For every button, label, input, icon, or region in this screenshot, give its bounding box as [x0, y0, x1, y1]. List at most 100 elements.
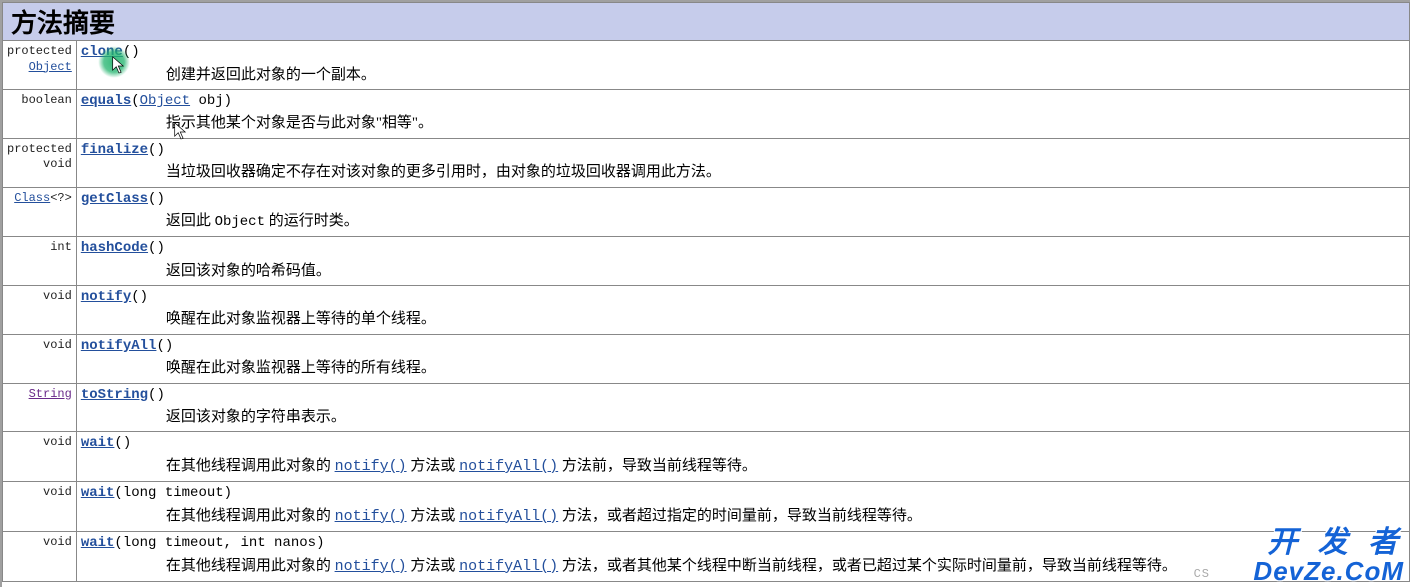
table-row: inthashCode()返回该对象的哈希码值。 — [3, 237, 1410, 286]
desc-text: 当垃圾回收器确定不存在对该对象的更多引用时，由对象的垃圾回收器调用此方法。 — [166, 164, 721, 180]
return-type-cell: String — [3, 383, 77, 432]
table-row: voidwait(long timeout, int nanos) 在其他线程调用… — [3, 532, 1410, 582]
desc-method-link[interactable]: notify() — [335, 558, 407, 575]
return-type-cell: void — [3, 285, 77, 334]
method-cell: getClass() 返回此 Object 的运行时类。 — [76, 187, 1409, 236]
desc-text: 方法，或者超过指定的时间量前，导致当前线程等待。 — [558, 508, 922, 524]
paren-close: ) — [156, 191, 164, 207]
paren-open: ( — [114, 435, 122, 451]
table-row: voidnotifyAll() 唤醒在此对象监视器上等待的所有线程。 — [3, 334, 1410, 383]
paren-open: ( — [131, 93, 139, 109]
return-type-cell: int — [3, 237, 77, 286]
method-cell: wait()在其他线程调用此对象的 notify() 方法或 notifyAll… — [76, 432, 1409, 482]
paren-open: ( — [114, 535, 122, 551]
return-type-cell: void — [3, 334, 77, 383]
desc-text: 在其他线程调用此对象的 — [166, 508, 335, 524]
params-plain: long timeout — [123, 485, 224, 501]
methods-header: 方法摘要 — [3, 3, 1410, 41]
paren-close: ) — [316, 535, 324, 551]
params-plain: long timeout, int nanos — [123, 535, 316, 551]
method-signature: toString() — [81, 386, 1405, 406]
method-signature: getClass() — [81, 190, 1405, 210]
method-signature: notifyAll() — [81, 337, 1405, 357]
paren-close: ) — [140, 289, 148, 305]
desc-method-link[interactable]: notify() — [335, 458, 407, 475]
return-type-cell: protected void — [3, 138, 77, 187]
paren-close: ) — [156, 387, 164, 403]
desc-method-link[interactable]: notify() — [335, 508, 407, 525]
return-type-cell: protectedObject — [3, 41, 77, 90]
desc-method-link[interactable]: notifyAll() — [459, 458, 558, 475]
table-row: voidnotify() 唤醒在此对象监视器上等待的单个线程。 — [3, 285, 1410, 334]
desc-text: 在其他线程调用此对象的 — [166, 558, 335, 574]
return-type-cell: Class<?> — [3, 187, 77, 236]
method-name-link[interactable]: toString — [81, 387, 148, 403]
desc-text: 返回此 — [166, 213, 215, 229]
desc-text: 在其他线程调用此对象的 — [166, 458, 335, 474]
method-cell: notifyAll() 唤醒在此对象监视器上等待的所有线程。 — [76, 334, 1409, 383]
method-name-link[interactable]: hashCode — [81, 240, 148, 256]
desc-text: 创建并返回此对象的一个副本。 — [166, 67, 376, 83]
table-row: voidwait(long timeout) 在其他线程调用此对象的 notify… — [3, 482, 1410, 532]
paren-close: ) — [156, 142, 164, 158]
method-description: 返回该对象的字符串表示。 — [166, 407, 1405, 427]
desc-text: 的运行时类。 — [265, 213, 359, 229]
method-name-link[interactable]: notify — [81, 289, 131, 305]
method-description: 在其他线程调用此对象的 notify() 方法或 notifyAll() 方法前… — [166, 456, 1405, 477]
desc-text: 方法，或者其他某个线程中断当前线程，或者已超过某个实际时间量前，导致当前线程等待… — [558, 558, 1177, 574]
method-signature: notify() — [81, 288, 1405, 308]
return-type-link[interactable]: Object — [29, 60, 72, 74]
method-description: 唤醒在此对象监视器上等待的单个线程。 — [166, 309, 1405, 329]
paren-close: ) — [165, 338, 173, 354]
method-signature: hashCode() — [81, 239, 1405, 259]
method-cell: wait(long timeout, int nanos) 在其他线程调用此对象的… — [76, 532, 1409, 582]
table-row: voidwait()在其他线程调用此对象的 notify() 方法或 notif… — [3, 432, 1410, 482]
table-row: Class<?>getClass()返回此 Object 的运行时类。 — [3, 187, 1410, 236]
method-cell: equals(Object obj) 指示其他某个对象是否与此对象"相等"。 — [76, 89, 1409, 138]
method-name-link[interactable]: clone — [81, 44, 123, 60]
table-row: protectedObjectclone() 创建并返回此对象的一个副本。 — [3, 41, 1410, 90]
desc-method-link[interactable]: notifyAll() — [459, 508, 558, 525]
javadoc-page: 方法摘要 protectedObjectclone()创建并返回此对象的一个副本… — [0, 0, 1410, 587]
param-type-link[interactable]: Object — [140, 93, 190, 109]
return-type-cell: void — [3, 432, 77, 482]
method-name-link[interactable]: finalize — [81, 142, 148, 158]
desc-text: 指示其他某个对象是否与此对象"相等"。 — [166, 115, 433, 131]
desc-text: 方法或 — [407, 508, 460, 524]
method-name-link[interactable]: wait — [81, 485, 115, 501]
method-signature: wait() — [81, 434, 1405, 454]
paren-close: ) — [156, 240, 164, 256]
return-type-cell: void — [3, 532, 77, 582]
return-type-link[interactable]: Class — [14, 191, 50, 205]
method-name-link[interactable]: equals — [81, 93, 131, 109]
desc-mono: Object — [215, 214, 265, 230]
method-signature: wait(long timeout) — [81, 484, 1405, 504]
desc-text: 方法或 — [407, 558, 460, 574]
paren-open: ( — [156, 338, 164, 354]
method-description: 当垃圾回收器确定不存在对该对象的更多引用时，由对象的垃圾回收器调用此方法。 — [166, 162, 1405, 182]
desc-text: 唤醒在此对象监视器上等待的所有线程。 — [166, 360, 436, 376]
method-name-link[interactable]: wait — [81, 435, 115, 451]
method-description: 创建并返回此对象的一个副本。 — [166, 65, 1405, 85]
return-type-link[interactable]: String — [29, 387, 72, 401]
return-type-cell: void — [3, 482, 77, 532]
method-signature: clone() — [81, 43, 1405, 63]
desc-method-link[interactable]: notifyAll() — [459, 558, 558, 575]
method-summary-table: 方法摘要 protectedObjectclone()创建并返回此对象的一个副本… — [2, 2, 1410, 582]
paren-open: ( — [123, 44, 131, 60]
method-cell: notify() 唤醒在此对象监视器上等待的单个线程。 — [76, 285, 1409, 334]
method-name-link[interactable]: wait — [81, 535, 115, 551]
desc-text: 方法前，导致当前线程等待。 — [558, 458, 757, 474]
method-signature: equals(Object obj) — [81, 92, 1405, 112]
method-description: 唤醒在此对象监视器上等待的所有线程。 — [166, 358, 1405, 378]
method-description: 指示其他某个对象是否与此对象"相等"。 — [166, 113, 1405, 133]
paren-open: ( — [114, 485, 122, 501]
desc-text: 唤醒在此对象监视器上等待的单个线程。 — [166, 311, 436, 327]
paren-close: ) — [131, 44, 139, 60]
generic-suffix: <?> — [50, 191, 72, 205]
paren-close: ) — [224, 93, 232, 109]
method-cell: hashCode()返回该对象的哈希码值。 — [76, 237, 1409, 286]
method-name-link[interactable]: getClass — [81, 191, 148, 207]
table-row: String toString()返回该对象的字符串表示。 — [3, 383, 1410, 432]
method-name-link[interactable]: notifyAll — [81, 338, 157, 354]
